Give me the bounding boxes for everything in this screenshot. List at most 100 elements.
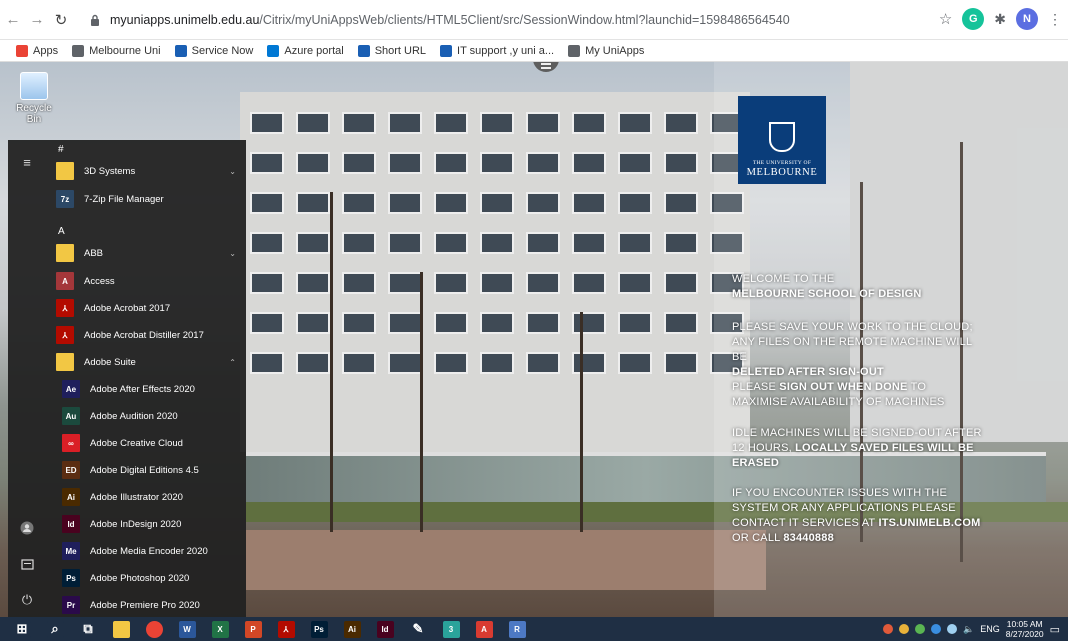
start-menu-item[interactable]: ABB ⌄ bbox=[56, 242, 242, 264]
hamburger-menu-icon[interactable]: ≡ bbox=[19, 154, 35, 170]
building-window bbox=[296, 312, 330, 334]
building-window bbox=[434, 192, 468, 214]
grammarly-extension-icon[interactable]: G bbox=[962, 8, 985, 30]
message-bold: SIGN OUT WHEN DONE bbox=[779, 381, 908, 393]
illustrator-icon: Ai bbox=[343, 620, 361, 638]
building-window-row bbox=[250, 192, 744, 214]
taskbar-button[interactable]: P bbox=[242, 619, 264, 639]
illustrator-icon: Ai bbox=[62, 488, 80, 506]
tray-app-icon[interactable] bbox=[931, 624, 942, 634]
start-menu-item[interactable]: Me Adobe Media Encoder 2020 bbox=[62, 540, 242, 562]
reload-icon[interactable]: ↻ bbox=[50, 9, 72, 31]
notifications-icon[interactable]: ▭ bbox=[1050, 623, 1060, 636]
building-window bbox=[250, 232, 284, 254]
taskbar-button[interactable]: A bbox=[473, 619, 495, 639]
taskbar-button[interactable]: Id bbox=[374, 619, 396, 639]
menu-dots-icon[interactable]: ⋮ bbox=[1048, 11, 1062, 28]
taskbar-button[interactable] bbox=[143, 619, 165, 639]
start-menu-item[interactable]: A Access bbox=[56, 270, 242, 292]
bookmark-4[interactable]: Short URL bbox=[357, 44, 427, 57]
user-account-icon[interactable] bbox=[19, 520, 35, 536]
clock[interactable]: 10:05 AM 8/27/2020 bbox=[1006, 619, 1044, 639]
start-menu-item[interactable]: Adobe Suite ⌃ bbox=[56, 351, 242, 373]
letter-header-hash[interactable]: # bbox=[58, 144, 64, 155]
start-menu-item[interactable]: 7z 7-Zip File Manager bbox=[56, 188, 242, 210]
recycle-bin-icon bbox=[20, 72, 48, 100]
extensions-puzzle-icon[interactable]: ✱ bbox=[994, 11, 1006, 28]
taskbar-button[interactable]: W bbox=[176, 619, 198, 639]
inkscape-icon: ✎ bbox=[409, 620, 427, 638]
bookmark-0[interactable]: Apps bbox=[16, 44, 58, 57]
7zip-icon: 7z bbox=[56, 190, 74, 208]
start-menu-item[interactable]: ∞ Adobe Creative Cloud bbox=[62, 432, 242, 454]
taskbar-button[interactable]: X bbox=[209, 619, 231, 639]
taskbar-button[interactable]: ⌕ bbox=[44, 619, 66, 639]
building-window bbox=[342, 352, 376, 374]
university-logo: THE UNIVERSITY OF MELBOURNE bbox=[738, 96, 826, 184]
start-menu-item-label: ABB bbox=[84, 247, 104, 259]
tray-app-icon[interactable] bbox=[883, 624, 894, 634]
address-bar[interactable]: myuniapps.unimelb.edu.au/Citrix/myUniApp… bbox=[80, 5, 960, 34]
bookmark-3[interactable]: Azure portal bbox=[267, 44, 344, 57]
citrix-toolbar-handle[interactable] bbox=[533, 62, 559, 72]
taskbar-button[interactable]: ✎ bbox=[407, 619, 429, 639]
taskbar-button[interactable]: Ps bbox=[308, 619, 330, 639]
taskbar-button[interactable]: R bbox=[506, 619, 528, 639]
bookmark-label: Short URL bbox=[374, 44, 427, 57]
after-effects-icon: Ae bbox=[62, 380, 80, 398]
lock-icon bbox=[88, 13, 102, 27]
building-window bbox=[526, 312, 560, 334]
bookmark-1[interactable]: Melbourne Uni bbox=[72, 44, 161, 57]
start-menu-app-list: # A 3D Systems ⌄ 7z 7-Zip File Manager ABB ⌄ A… bbox=[52, 140, 246, 617]
start-menu-item-label: Adobe Creative Cloud bbox=[90, 437, 183, 449]
forward-arrow-icon[interactable]: → bbox=[26, 9, 48, 31]
start-menu-item[interactable]: Ai Adobe Illustrator 2020 bbox=[62, 486, 242, 508]
volume-icon[interactable]: 🔈 bbox=[963, 624, 974, 635]
autodesk-icon: A bbox=[475, 620, 493, 638]
start-menu-item[interactable]: Au Adobe Audition 2020 bbox=[62, 405, 242, 427]
start-menu-item[interactable]: ⅄ Adobe Acrobat 2017 bbox=[56, 297, 242, 319]
taskbar-button[interactable]: ⅄ bbox=[275, 619, 297, 639]
building-window bbox=[618, 312, 652, 334]
taskbar-button[interactable]: Ai bbox=[341, 619, 363, 639]
start-menu-item[interactable]: ⅄ Adobe Acrobat Distiller 2017 bbox=[56, 324, 242, 346]
profile-avatar[interactable]: N bbox=[1016, 8, 1038, 30]
building-window-row bbox=[250, 352, 744, 374]
tray-app-icon[interactable] bbox=[915, 624, 926, 634]
audition-icon: Au bbox=[62, 407, 80, 425]
star-icon[interactable]: ☆ bbox=[939, 10, 952, 28]
recycle-bin[interactable]: Recycle Bin bbox=[8, 72, 60, 125]
start-menu-item[interactable]: ED Adobe Digital Editions 4.5 bbox=[62, 459, 242, 481]
taskbar-button[interactable]: ⧉ bbox=[77, 619, 99, 639]
start-menu-item[interactable]: 3D Systems ⌄ bbox=[56, 160, 242, 182]
start-menu-item[interactable]: Ae Adobe After Effects 2020 bbox=[62, 378, 242, 400]
taskbar-button[interactable] bbox=[110, 619, 132, 639]
language-indicator[interactable]: ENG bbox=[980, 624, 1000, 634]
building-window bbox=[480, 112, 514, 134]
start-menu-item[interactable]: Id Adobe InDesign 2020 bbox=[62, 513, 242, 535]
network-icon[interactable] bbox=[947, 624, 958, 634]
building-window bbox=[296, 232, 330, 254]
back-arrow-icon[interactable]: ← bbox=[2, 9, 24, 31]
start-menu-item[interactable]: Pr Adobe Premiere Pro 2020 bbox=[62, 594, 242, 616]
chevron-up-icon[interactable]: ⌃ bbox=[229, 358, 236, 367]
folder-icon bbox=[56, 353, 74, 371]
building-window-row bbox=[250, 232, 744, 254]
bookmark-6[interactable]: My UniApps bbox=[568, 44, 644, 57]
building-window bbox=[342, 112, 376, 134]
tray-app-icon[interactable] bbox=[899, 624, 910, 634]
power-icon[interactable]: ⏻ bbox=[19, 592, 35, 608]
building-window bbox=[480, 312, 514, 334]
building-window bbox=[618, 232, 652, 254]
bookmark-2[interactable]: Service Now bbox=[174, 44, 253, 57]
taskbar-button[interactable]: 3 bbox=[440, 619, 462, 639]
documents-icon[interactable] bbox=[19, 556, 35, 572]
taskbar-button[interactable]: ⊞ bbox=[11, 619, 33, 639]
building-window bbox=[618, 352, 652, 374]
chevron-down-icon[interactable]: ⌄ bbox=[229, 167, 236, 176]
start-menu-item-label: Access bbox=[84, 275, 115, 287]
letter-header-a[interactable]: A bbox=[58, 226, 65, 237]
bookmark-5[interactable]: IT support ,y uni a... bbox=[440, 44, 554, 57]
start-menu-item[interactable]: Ps Adobe Photoshop 2020 bbox=[62, 567, 242, 589]
chevron-down-icon[interactable]: ⌄ bbox=[229, 249, 236, 258]
